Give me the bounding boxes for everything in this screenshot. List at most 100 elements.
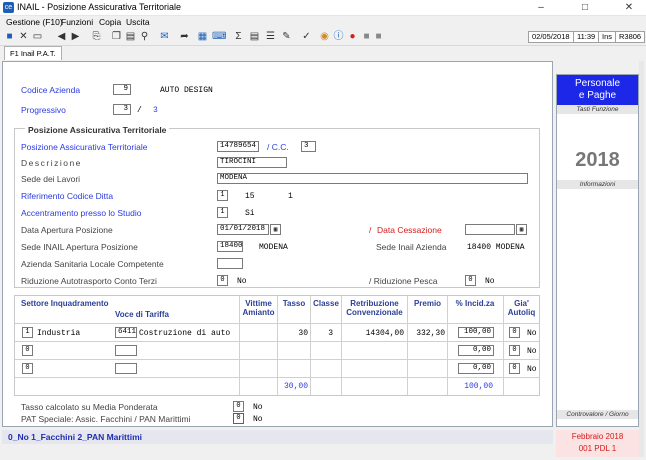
accentramento-value: Si	[245, 209, 255, 218]
check-icon[interactable]: ✓	[300, 30, 313, 43]
pat-input[interactable]: 14789654	[217, 141, 259, 152]
data-cessazione-input[interactable]	[465, 224, 515, 235]
data-apertura-label: Data Apertura Posizione	[21, 225, 113, 235]
menu-copia[interactable]: Copia	[99, 17, 121, 27]
media-value: No	[253, 403, 263, 412]
globe-icon[interactable]: ◉	[318, 30, 331, 43]
sede-apertura-label: Sede INAIL Apertura Posizione	[21, 242, 138, 252]
stop-icon[interactable]: ●	[346, 30, 359, 43]
codice-azienda-input[interactable]: 9	[113, 84, 131, 95]
calendar-icon-2[interactable]: ▦	[516, 224, 527, 235]
accentramento-check[interactable]: 1	[217, 207, 228, 218]
mail-icon[interactable]: ✉	[158, 30, 171, 43]
pdl-label: 001 PDL 1	[578, 444, 617, 453]
search-icon[interactable]: ⚲	[138, 30, 151, 43]
export-icon[interactable]: ➦	[178, 30, 191, 43]
year-display: 2018	[575, 149, 620, 171]
scrollbar[interactable]	[639, 61, 644, 457]
cc-input[interactable]: 3	[301, 141, 316, 152]
tab-strip: F1 Inail P.A.T.	[0, 46, 646, 60]
data-cessazione-label: Data Cessazione	[377, 225, 442, 235]
close-window-button[interactable]: ✕	[614, 0, 644, 16]
rid-autotrasporto-check[interactable]: 0	[217, 275, 228, 286]
sede-lavori-input[interactable]: MODENA	[217, 173, 528, 184]
list-icon[interactable]: ☰	[264, 30, 277, 43]
brand-line-2: e Paghe	[578, 90, 617, 101]
progressivo-label: Progressivo	[21, 105, 66, 115]
arrow-right-icon[interactable]: ▶	[69, 30, 82, 43]
status-date: 02/05/2018	[528, 31, 574, 43]
delete-icon[interactable]: ✕	[17, 30, 30, 43]
settore-name-1: Industria	[37, 329, 81, 338]
voce-code-1[interactable]: 6411	[115, 327, 137, 338]
rif-ditta-label: Riferimento Codice Ditta	[21, 191, 114, 201]
settore-check-1[interactable]: 1	[22, 327, 33, 338]
period-label: Febbraio 2018	[571, 432, 624, 441]
arrow-left-icon[interactable]: ◀	[55, 30, 68, 43]
incid-input-1[interactable]: 100,00	[458, 327, 494, 338]
settore-check-2[interactable]: 0	[22, 345, 33, 356]
col-settore: Settore Inquadramento	[21, 299, 109, 308]
sede-azienda-value: 18400 MODENA	[467, 243, 525, 252]
disabled-icon-2: ■	[375, 31, 382, 42]
descrizione-input[interactable]: TIROCINI	[217, 157, 287, 168]
data-apertura-input[interactable]: 01/01/2018	[217, 224, 269, 235]
asl-input[interactable]	[217, 258, 243, 269]
paste-icon[interactable]: ▤	[124, 30, 137, 43]
media-check[interactable]: 0	[233, 401, 244, 412]
toolbar: ■ ✕ ▭ ◀ ▶ ⎘ ❐ ▤ ⚲ ✉ ➦ ▦ ⌨ Σ ▤ ☰ ✎ ✓ ◉ ⓘ …	[0, 29, 646, 46]
save-icon[interactable]: ■	[3, 30, 16, 43]
voce-code-2[interactable]	[115, 345, 137, 356]
pat-speciale-check[interactable]: 0	[233, 413, 244, 424]
calculator-icon[interactable]: ▤	[248, 30, 261, 43]
status-time: 11:39	[573, 31, 600, 43]
autoliq-check-2[interactable]: 0	[509, 345, 520, 356]
accentramento-label: Accentramento presso lo Studio	[21, 208, 142, 218]
progressivo-input[interactable]: 3	[113, 104, 131, 115]
calendar-icon[interactable]: ▦	[270, 224, 281, 235]
maximize-button[interactable]: □	[570, 0, 600, 16]
col-autoliq: Gia' Autoliq	[507, 299, 536, 317]
print-icon[interactable]: ⎘	[90, 30, 103, 43]
rif-ditta-value1: 15	[245, 192, 255, 201]
period-status: Febbraio 2018 001 PDL 1	[556, 430, 639, 457]
rid-pesca-check[interactable]: 0	[465, 275, 476, 286]
brand-line-1: Personale	[574, 78, 621, 89]
autoliq-value-2: No	[527, 347, 537, 356]
progressivo-separator: /	[137, 106, 142, 115]
menu-uscita[interactable]: Uscita	[126, 17, 150, 27]
voce-code-3[interactable]	[115, 363, 137, 374]
col-classe: Classe	[313, 299, 339, 308]
menu-gestione[interactable]: Gestione (F10)	[6, 17, 63, 27]
info-icon[interactable]: ⓘ	[332, 30, 345, 43]
sede-lavori-label: Sede dei Lavori	[21, 174, 81, 184]
classe-1: 3	[328, 329, 333, 338]
note-icon[interactable]: ✎	[280, 30, 293, 43]
settore-check-3[interactable]: 0	[22, 363, 33, 374]
sum-icon[interactable]: Σ	[232, 30, 245, 43]
copy-icon[interactable]: ❐	[110, 30, 123, 43]
autoliq-check-1[interactable]: 0	[509, 327, 520, 338]
autoliq-check-3[interactable]: 0	[509, 363, 520, 374]
incid-input-3[interactable]: 0,00	[458, 363, 494, 374]
col-vittime: Vittime Amianto	[242, 299, 275, 317]
descrizione-label: Descrizione	[21, 158, 82, 168]
pat-speciale-value: No	[253, 415, 263, 424]
status-ins: Ins	[598, 31, 617, 43]
incid-input-2[interactable]: 0,00	[458, 345, 494, 356]
keyboard-icon[interactable]: ⌨	[212, 30, 226, 43]
brand-banner: Personale e Paghe	[557, 75, 638, 105]
cc-label: / C.C.	[267, 142, 289, 152]
status-code: R3806	[615, 31, 646, 43]
minimize-button[interactable]: –	[526, 0, 556, 16]
asl-label: Azienda Sanitaria Locale Competente	[21, 259, 164, 269]
tab-inail-pat[interactable]: F1 Inail P.A.T.	[4, 46, 62, 60]
rif-ditta-check[interactable]: 1	[217, 190, 228, 201]
progressivo-total: 3	[153, 106, 158, 115]
grid-icon[interactable]: ▦	[196, 30, 209, 43]
menu-funzioni[interactable]: Funzioni	[61, 17, 93, 27]
data-cessazione-slash: /	[369, 225, 372, 235]
col-incid: % Incid.za	[455, 299, 495, 308]
sede-apertura-input[interactable]: 18400	[217, 241, 243, 252]
new-document-icon[interactable]: ▭	[31, 30, 44, 43]
